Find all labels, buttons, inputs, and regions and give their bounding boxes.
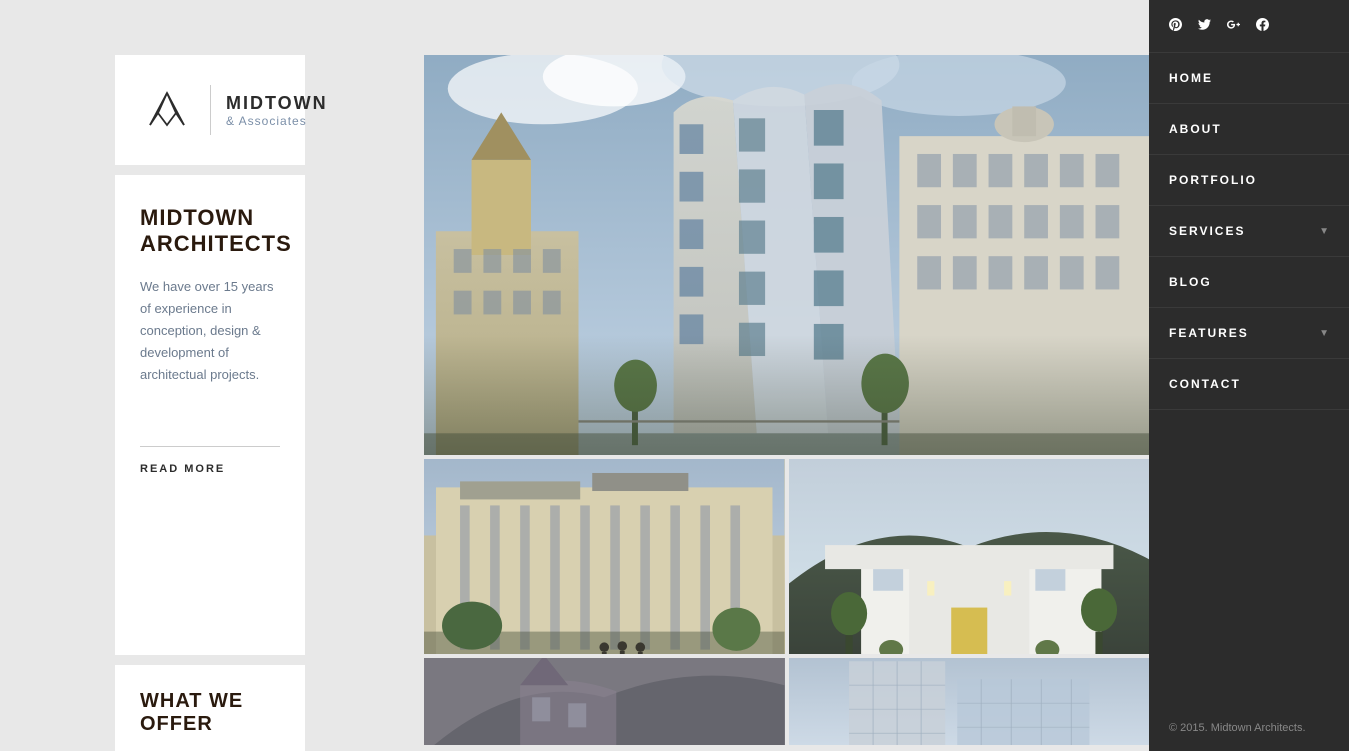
nav-item-features[interactable]: FEATURES ▼ <box>1149 308 1349 359</box>
twitter-icon[interactable] <box>1198 18 1211 34</box>
nav-label-portfolio: PORTFOLIO <box>1169 173 1257 187</box>
bottom-images-row <box>424 658 1149 745</box>
logo-icon <box>140 85 195 135</box>
social-bar <box>1149 0 1349 53</box>
logo-text-block: MIDTOWN & Associates <box>226 93 328 128</box>
middle-image-left <box>424 459 785 654</box>
bottom-image-right <box>789 658 1150 745</box>
nav-item-home[interactable]: HOME <box>1149 53 1349 104</box>
google-plus-icon[interactable] <box>1227 18 1240 34</box>
facebook-icon[interactable] <box>1256 18 1269 34</box>
info-heading: MIDTOWN ARCHITECTS <box>140 205 280 258</box>
features-arrow-icon: ▼ <box>1319 328 1329 339</box>
logo-divider <box>210 85 211 135</box>
nav-item-about[interactable]: ABOUT <box>1149 104 1349 155</box>
info-description: We have over 15 years of experience in c… <box>140 276 280 386</box>
services-arrow-icon: ▼ <box>1319 226 1329 237</box>
nav-label-blog: BLOG <box>1169 275 1212 289</box>
nav-item-portfolio[interactable]: PORTFOLIO <box>1149 155 1349 206</box>
read-more-divider <box>140 446 280 447</box>
hero-image <box>424 55 1149 455</box>
info-panel: MIDTOWN ARCHITECTS We have over 15 years… <box>115 175 305 655</box>
right-nav: HOME ABOUT PORTFOLIO SERVICES ▼ BLOG FEA… <box>1149 0 1349 751</box>
pinterest-icon[interactable] <box>1169 18 1182 34</box>
left-sidebar: MIDTOWN & Associates MIDTOWN ARCHITECTS … <box>0 0 420 751</box>
logo-panel: MIDTOWN & Associates <box>115 55 305 165</box>
copyright: © 2015. Midtown Architects. <box>1149 705 1349 751</box>
nav-items: HOME ABOUT PORTFOLIO SERVICES ▼ BLOG FEA… <box>1149 53 1349 705</box>
nav-label-services: SERVICES <box>1169 224 1245 238</box>
bottom-image-left <box>424 658 785 745</box>
what-we-offer-panel: WHAT WE OFFER <box>115 665 305 751</box>
nav-label-about: ABOUT <box>1169 122 1222 136</box>
nav-label-contact: CONTACT <box>1169 377 1241 391</box>
what-we-offer-heading: WHAT WE OFFER <box>140 690 280 736</box>
logo-subtitle: & Associates <box>226 114 328 128</box>
read-more-link[interactable]: READ MORE <box>140 463 225 475</box>
middle-images-row <box>424 459 1149 654</box>
nav-item-contact[interactable]: CONTACT <box>1149 359 1349 410</box>
nav-item-services[interactable]: SERVICES ▼ <box>1149 206 1349 257</box>
main-top-image <box>424 55 1149 455</box>
nav-label-features: FEATURES <box>1169 326 1249 340</box>
logo-title: MIDTOWN <box>226 93 328 114</box>
middle-image-right <box>789 459 1150 654</box>
nav-item-blog[interactable]: BLOG <box>1149 257 1349 308</box>
nav-label-home: HOME <box>1169 71 1213 85</box>
main-content <box>420 0 1149 751</box>
